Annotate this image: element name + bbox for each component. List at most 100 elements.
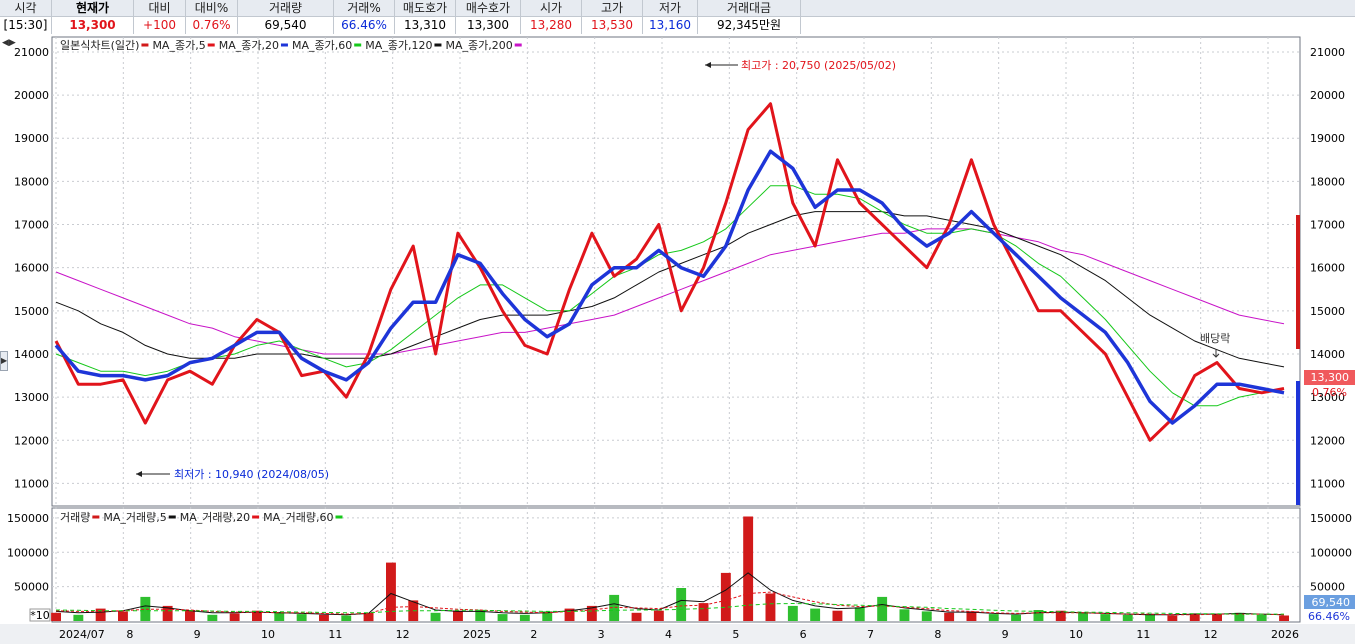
- volume-bar: [1212, 614, 1222, 621]
- price-y-tick-right: 11000: [1310, 477, 1345, 490]
- x-tick-label: 4: [665, 628, 672, 641]
- current-price-tag-text: 13,300: [1311, 371, 1350, 384]
- price-legend-label-1: MA_종가,5: [152, 39, 205, 52]
- x-tick-label: 12: [1204, 628, 1218, 641]
- current-change-tag-text: 0.76%: [1312, 386, 1347, 399]
- x-tick-label: 7: [867, 628, 874, 641]
- volume-bar: [51, 612, 61, 622]
- volume-y-tick-left: 150000: [7, 512, 49, 525]
- quote-header-change-pct: 대비%: [186, 0, 238, 16]
- quote-price: 13,300: [52, 17, 134, 34]
- quote-header-high: 고가: [582, 0, 643, 16]
- up-range-bar: [1296, 215, 1300, 349]
- volume-bar: [319, 614, 329, 621]
- quote-high: 13,530: [582, 17, 643, 34]
- volume-bar: [653, 610, 664, 621]
- quote-header-low: 저가: [643, 0, 698, 16]
- x-tick-label: 2: [530, 628, 537, 641]
- x-tick-label: 11: [1136, 628, 1150, 641]
- volume-bar: [341, 615, 352, 621]
- quote-time: [15:30]: [0, 17, 52, 34]
- volume-y-tick-left: 50000: [14, 581, 49, 594]
- volume-bar: [207, 614, 218, 621]
- quote-open: 13,280: [521, 17, 582, 34]
- price-legend-label-5: MA_종가,200: [445, 39, 512, 52]
- price-y-tick-right: 14000: [1310, 348, 1345, 361]
- quote-volume-pct: 66.46%: [334, 17, 395, 34]
- price-y-tick-left: 20000: [14, 89, 49, 102]
- volume-bar: [497, 614, 508, 621]
- down-range-bar: [1296, 381, 1300, 505]
- low-label: 최저가 : 10,940 (2024/08/05): [174, 468, 329, 481]
- price-legend-label-0: 일본식차트(일간): [60, 38, 139, 52]
- quote-header-bid: 매수호가: [456, 0, 521, 16]
- volume-bar: [229, 613, 240, 621]
- price-legend-label-4: MA_종가,120: [365, 39, 432, 52]
- quote-header-change: 대비: [134, 0, 186, 16]
- volume-bar: [1100, 614, 1111, 621]
- volume-bar: [386, 562, 396, 621]
- quote-bid: 13,300: [456, 17, 521, 34]
- price-legend-label-2: MA_종가,20: [219, 39, 279, 52]
- quote-header-time: 시각: [0, 0, 52, 16]
- price-y-tick-right: 20000: [1310, 89, 1345, 102]
- x-tick-label: 2026: [1271, 628, 1299, 641]
- quote-header-row: 시각 현재가 대비 대비% 거래량 거래% 매도호가 매수호가 시가 고가 저가…: [0, 0, 1355, 17]
- volume-bar: [921, 611, 932, 621]
- quote-ask: 13,310: [395, 17, 456, 34]
- quote-value-row: [15:30] 13,300 +100 0.76% 69,540 66.46% …: [0, 17, 1355, 34]
- x-tick-label: 10: [1069, 628, 1083, 641]
- quote-header-ask: 매도호가: [395, 0, 456, 16]
- price-y-tick-left: 18000: [14, 175, 49, 188]
- volume-bar: [899, 609, 910, 621]
- stock-chart[interactable]: 11000 11000 12000 12000 13000 13000 14000 14000…: [0, 35, 1355, 644]
- volume-legend-label-0: 거래량: [60, 511, 90, 524]
- quote-table: 시각 현재가 대비 대비% 거래량 거래% 매도호가 매수호가 시가 고가 저가…: [0, 0, 1355, 34]
- price-legend-label-3: MA_종가,60: [292, 39, 352, 52]
- volume-bar: [296, 614, 307, 621]
- price-y-tick-right: 21000: [1310, 46, 1345, 59]
- x-axis-strip: [0, 624, 1355, 644]
- price-y-tick-left: 15000: [14, 305, 49, 318]
- chart-svg: 11000 1100012000 1200013000 1300014000 14000…: [0, 35, 1355, 644]
- price-y-tick-right: 19000: [1310, 132, 1345, 145]
- quote-header-volume: 거래량: [238, 0, 334, 16]
- x-tick-label: 2025: [463, 628, 491, 641]
- price-y-tick-right: 12000: [1310, 434, 1345, 447]
- quote-header-amount: 거래대금: [698, 0, 801, 16]
- x-tick-label: 3: [598, 628, 605, 641]
- volume-bar: [1011, 614, 1021, 621]
- volume-y-tick-right: 50000: [1310, 581, 1345, 594]
- volume-bar: [854, 607, 865, 622]
- high-label: 최고가 : 20,750 (2025/05/02): [741, 59, 896, 72]
- price-y-tick-right: 17000: [1310, 219, 1345, 232]
- volume-bar: [944, 612, 955, 622]
- x-tick-label: 11: [328, 628, 342, 641]
- x-tick-label: 9: [1002, 628, 1009, 641]
- volume-bar: [676, 588, 687, 621]
- x-tick-label: 8: [126, 628, 133, 641]
- volume-bar: [877, 596, 888, 621]
- quote-header-open: 시가: [521, 0, 582, 16]
- volume-bar: [73, 614, 84, 621]
- quote-volume: 69,540: [238, 17, 334, 34]
- volume-y-tick-right: 100000: [1310, 546, 1352, 559]
- volume-bar: [810, 608, 821, 621]
- price-y-tick-left: 17000: [14, 219, 49, 232]
- volume-legend-label-1: MA_거래량,5: [103, 511, 166, 524]
- volume-bar: [966, 611, 977, 621]
- x-tick-label: 8: [934, 628, 941, 641]
- x-tick-label: 10: [261, 628, 275, 641]
- side-panel-toggle-icon[interactable]: ▶: [0, 351, 8, 371]
- price-y-tick-left: 14000: [14, 348, 49, 361]
- volume-bar: [430, 612, 441, 622]
- price-y-tick-left: 12000: [14, 434, 49, 447]
- volume-bar: [185, 610, 195, 621]
- quote-change-pct: 0.76%: [186, 17, 238, 34]
- price-y-tick-left: 13000: [14, 391, 49, 404]
- chart-scroll-icon[interactable]: ◀▶: [2, 37, 42, 49]
- price-y-tick-right: 15000: [1310, 305, 1345, 318]
- volume-bar: [988, 614, 999, 621]
- volume-bar: [1122, 614, 1133, 621]
- current-volume-tag-text: 69,540: [1312, 596, 1351, 609]
